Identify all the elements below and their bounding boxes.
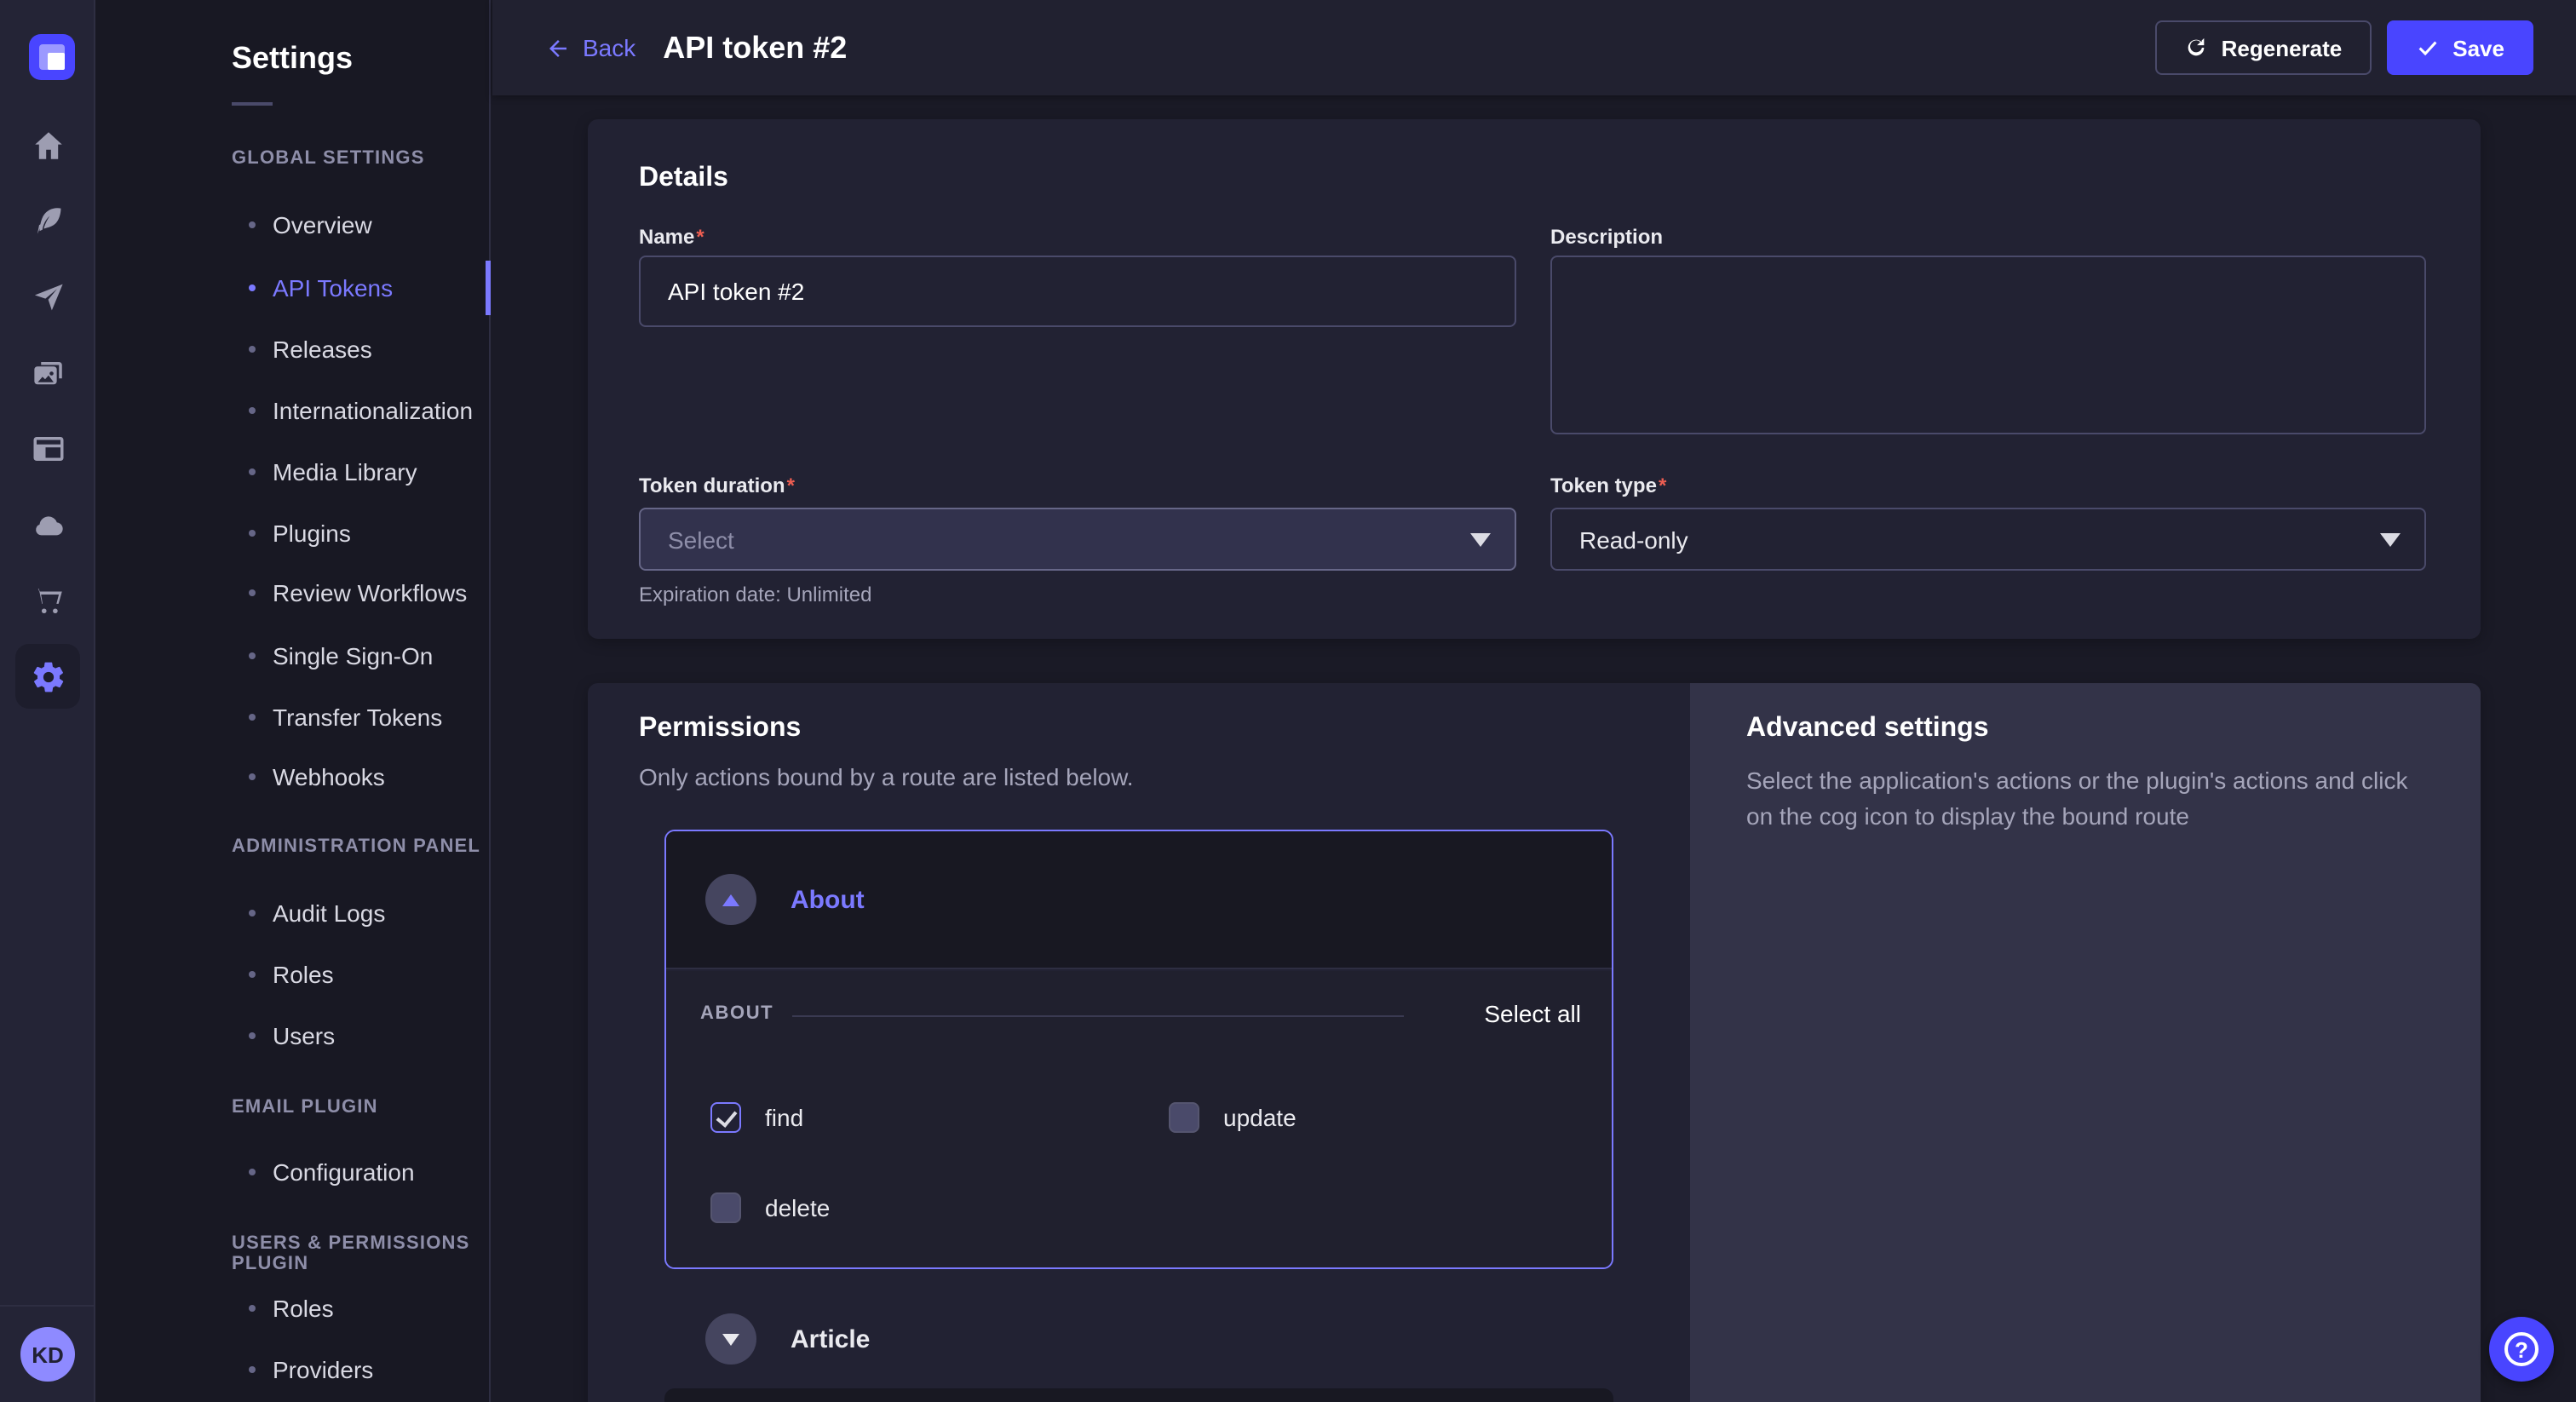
accordion-article[interactable]: Article: [664, 1290, 1613, 1388]
permission-update[interactable]: update: [1169, 1102, 1297, 1133]
sidebar-item-audit-logs[interactable]: Audit Logs: [95, 882, 491, 944]
accordion-article-title: Article: [791, 1324, 870, 1353]
section-users-permissions-plugin: USERS & PERMISSIONS PLUGIN: [232, 1233, 489, 1274]
home-icon[interactable]: [0, 111, 95, 179]
sidebar-item-media-library[interactable]: Media Library: [95, 441, 491, 503]
token-type-label: Token type*: [1550, 474, 1666, 497]
sidebar-title-rule: [232, 102, 273, 106]
sidebar-item-internationalization[interactable]: Internationalization: [95, 380, 491, 441]
accordion-about: About ABOUT Select all find: [664, 830, 1613, 1269]
send-icon[interactable]: [0, 262, 95, 330]
regenerate-button[interactable]: Regenerate: [2155, 20, 2372, 75]
layout-icon[interactable]: [0, 414, 95, 482]
page-title: API token #2: [663, 30, 847, 66]
chevron-up-icon: [722, 893, 739, 905]
sidebar-title: Settings: [232, 41, 353, 77]
chevron-down-icon: [1470, 532, 1491, 546]
settings-sidebar: Settings GLOBAL SETTINGS Overview API To…: [95, 0, 491, 1402]
details-card: Details Name* Description Token duration…: [588, 119, 2481, 639]
advanced-settings-panel: Advanced settings Select the application…: [1690, 683, 2481, 1402]
permissions-card: Permissions Only actions bound by a rout…: [588, 683, 2481, 1402]
chevron-down-icon: [722, 1333, 739, 1345]
check-icon: [2415, 36, 2439, 60]
delete-checkbox[interactable]: [710, 1192, 741, 1223]
avatar[interactable]: KD: [20, 1327, 75, 1382]
next-accordion-peek: [664, 1388, 1613, 1402]
sidebar-item-up-roles[interactable]: Roles: [95, 1278, 491, 1339]
main-content: Back API token #2 Regenerate Save Detail…: [492, 0, 2576, 1402]
page-header: Back API token #2 Regenerate Save: [492, 0, 2576, 95]
token-duration-select[interactable]: Select: [639, 508, 1516, 571]
chevron-down-icon: [2380, 532, 2401, 546]
question-mark-icon: ?: [2504, 1332, 2539, 1366]
token-type-select[interactable]: Read-only: [1550, 508, 2426, 571]
section-global-settings: GLOBAL SETTINGS: [232, 148, 425, 169]
name-input[interactable]: [639, 256, 1516, 327]
sidebar-item-roles[interactable]: Roles: [95, 944, 491, 1005]
required-asterisk: *: [696, 225, 704, 249]
advanced-settings-description: Select the application's actions or the …: [1746, 763, 2431, 835]
cloud-icon[interactable]: [0, 491, 95, 559]
section-email-plugin: EMAIL PLUGIN: [232, 1097, 378, 1118]
permission-find[interactable]: find: [710, 1102, 803, 1133]
permissions-subtitle: Only actions bound by a route are listed…: [639, 763, 1134, 790]
about-section-label: ABOUT: [700, 1003, 773, 1024]
refresh-icon: [2184, 36, 2208, 60]
back-label: Back: [583, 34, 635, 61]
permissions-panel: Permissions Only actions bound by a rout…: [588, 683, 1690, 1402]
accordion-about-title: About: [791, 885, 865, 914]
sidebar-item-webhooks[interactable]: Webhooks: [95, 746, 491, 807]
gear-icon[interactable]: [15, 644, 80, 709]
arrow-left-icon: [545, 35, 571, 60]
feather-icon[interactable]: [0, 186, 95, 254]
sidebar-item-review-workflows[interactable]: Review Workflows: [95, 562, 491, 623]
save-button[interactable]: Save: [2386, 20, 2533, 75]
details-heading: Details: [639, 164, 728, 194]
cart-icon[interactable]: [0, 566, 95, 634]
rail-divider: [0, 1305, 95, 1307]
description-textarea[interactable]: [1550, 256, 2426, 434]
divider: [792, 1015, 1404, 1017]
back-button[interactable]: Back: [545, 34, 635, 61]
accordion-about-body: ABOUT Select all find update: [666, 971, 1612, 1269]
collapse-toggle-button[interactable]: [705, 874, 756, 925]
name-label: Name*: [639, 225, 704, 249]
expand-toggle-button[interactable]: [705, 1313, 756, 1365]
section-administration-panel: ADMINISTRATION PANEL: [232, 836, 480, 857]
nav-rail: KD: [0, 0, 95, 1402]
update-checkbox[interactable]: [1169, 1102, 1199, 1133]
sidebar-item-transfer-tokens[interactable]: Transfer Tokens: [95, 687, 491, 748]
token-duration-helper: Expiration date: Unlimited: [639, 583, 871, 606]
sidebar-item-releases[interactable]: Releases: [95, 319, 491, 380]
description-label: Description: [1550, 225, 1663, 249]
select-all-label: Select all: [1484, 1000, 1581, 1027]
strapi-logo[interactable]: [29, 34, 75, 80]
sidebar-item-configuration[interactable]: Configuration: [95, 1141, 491, 1203]
permission-delete[interactable]: delete: [710, 1192, 830, 1223]
media-library-icon[interactable]: [0, 339, 95, 407]
sidebar-item-single-sign-on[interactable]: Single Sign-On: [95, 625, 491, 687]
sidebar-item-overview[interactable]: Overview: [95, 194, 491, 256]
sidebar-item-providers[interactable]: Providers: [95, 1339, 491, 1400]
app: KD Settings GLOBAL SETTINGS Overview API…: [0, 0, 2576, 1402]
sidebar-item-users[interactable]: Users: [95, 1005, 491, 1066]
token-duration-label: Token duration*: [639, 474, 795, 497]
accordion-about-header[interactable]: About: [666, 831, 1612, 969]
advanced-settings-heading: Advanced settings: [1746, 714, 1989, 744]
sidebar-item-api-tokens[interactable]: API Tokens: [95, 257, 491, 319]
find-checkbox[interactable]: [710, 1102, 741, 1133]
permissions-heading: Permissions: [639, 714, 801, 744]
sidebar-item-plugins[interactable]: Plugins: [95, 503, 491, 564]
help-button[interactable]: ?: [2489, 1317, 2554, 1382]
